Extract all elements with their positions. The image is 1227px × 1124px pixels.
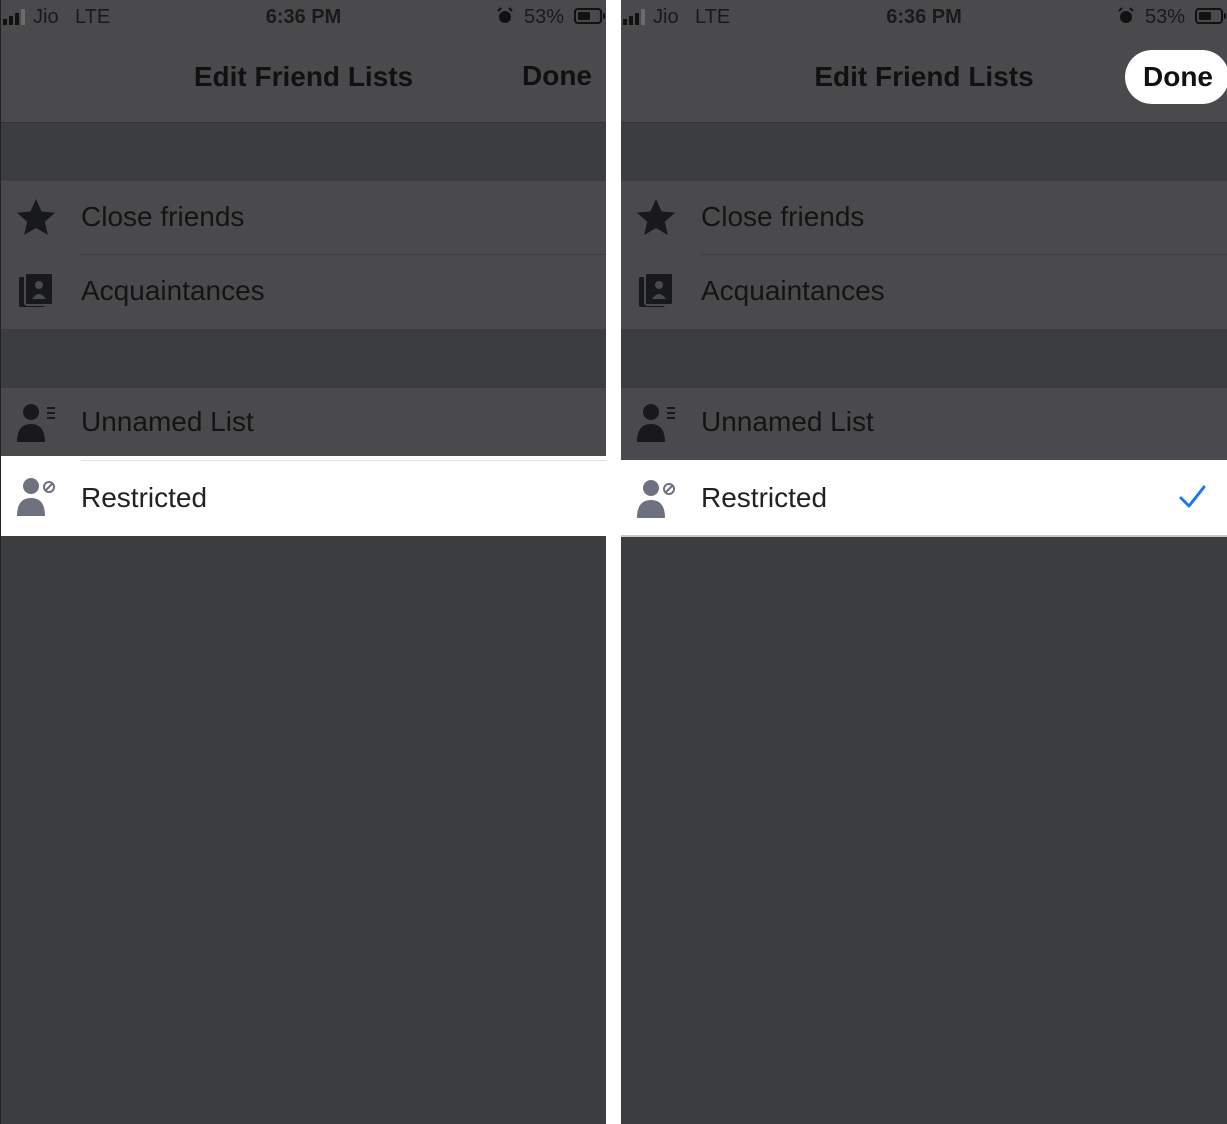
- list-item-label: Close friends: [701, 201, 865, 232]
- status-bar: Jio LTE 6:36 PM 53%: [1, 0, 606, 36]
- list-item-label: Unnamed List: [701, 406, 874, 437]
- star-icon: [17, 199, 55, 235]
- list-item-acquaintances[interactable]: Acquaintances: [1, 255, 606, 329]
- done-button[interactable]: Done: [1125, 50, 1227, 104]
- section-spacer: [621, 329, 1227, 388]
- battery-percent: 53%: [1144, 6, 1185, 28]
- list-item-label: Unnamed List: [81, 406, 254, 437]
- person-list-icon: [637, 404, 675, 442]
- section-spacer: [621, 123, 1227, 181]
- section-spacer: [1, 329, 606, 388]
- list-item-close-friends[interactable]: Close friends: [1, 181, 606, 255]
- person-list-icon: [17, 404, 55, 442]
- person-blocked-icon: [637, 480, 675, 518]
- screen-before: Jio LTE 6:36 PM 53% Edit Friend Lists Do…: [0, 0, 606, 1124]
- alarm-icon: [497, 7, 513, 23]
- checkmark-icon: [1179, 485, 1206, 508]
- alarm-icon: [1118, 7, 1134, 23]
- list-item-label: Close friends: [81, 201, 245, 232]
- list-item-unnamed-list[interactable]: Unnamed List: [621, 388, 1227, 460]
- id-card-icon: [639, 272, 674, 307]
- battery-icon: [1195, 8, 1226, 24]
- battery-icon: [574, 8, 605, 24]
- status-bar: Jio LTE 6:36 PM 53%: [621, 0, 1227, 36]
- list-item-restricted[interactable]: Restricted: [1, 456, 606, 536]
- status-time: 6:36 PM: [265, 6, 342, 28]
- section-spacer: [1, 123, 606, 181]
- id-card-icon: [19, 272, 54, 307]
- page-title: Edit Friend Lists: [193, 61, 414, 92]
- status-time: 6:36 PM: [886, 6, 962, 28]
- row-divider: [621, 535, 1227, 537]
- row-divider: [81, 460, 606, 461]
- list-item-acquaintances[interactable]: Acquaintances: [621, 255, 1227, 329]
- navigation-bar: Edit Friend Lists Done: [621, 36, 1227, 123]
- done-button[interactable]: Done: [522, 60, 592, 92]
- list-item-close-friends[interactable]: Close friends: [621, 181, 1227, 255]
- list-item-label: Acquaintances: [81, 275, 265, 306]
- list-item-label: Acquaintances: [701, 275, 885, 306]
- list-item-unnamed-list[interactable]: Unnamed List: [1, 388, 606, 456]
- person-blocked-icon: [17, 478, 55, 516]
- navigation-bar: Edit Friend Lists Done: [1, 36, 606, 123]
- battery-percent: 53%: [523, 6, 564, 28]
- star-icon: [637, 199, 675, 235]
- list-item-restricted[interactable]: Restricted: [621, 460, 1227, 536]
- list-item-label: Restricted: [701, 482, 828, 513]
- screen-after: Jio LTE 6:36 PM 53% Edit Friend Lists Do…: [621, 0, 1227, 1124]
- list-item-label: Restricted: [81, 482, 208, 513]
